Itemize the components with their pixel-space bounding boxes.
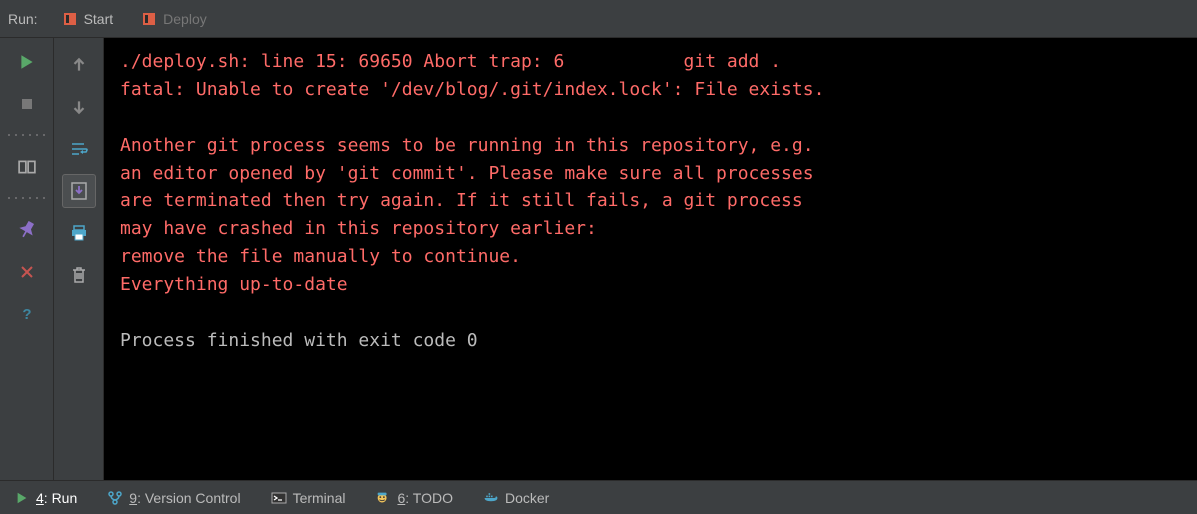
tab-label: Start [84, 11, 114, 27]
scroll-end-icon [69, 181, 89, 201]
bottom-label: Docker [505, 490, 549, 506]
close-icon [19, 264, 35, 280]
print-icon [69, 223, 89, 243]
console-toolbar [54, 38, 104, 480]
console-line: Another git process seems to be running … [120, 132, 1181, 160]
svg-text:?: ? [22, 306, 31, 322]
tab-label: Deploy [163, 11, 207, 27]
tab-deploy[interactable]: Deploy [133, 7, 215, 31]
bottom-label: 9: Version Control [129, 490, 240, 506]
play-icon [18, 53, 36, 71]
bottom-todo-button[interactable]: 6: TODO [369, 488, 459, 508]
bottom-vcs-button[interactable]: 9: Version Control [101, 488, 246, 508]
console-line: an editor opened by 'git commit'. Please… [120, 160, 1181, 188]
help-icon: ? [19, 306, 35, 322]
stop-button[interactable] [13, 90, 41, 118]
up-stack-button[interactable] [62, 48, 96, 82]
trash-icon [69, 265, 89, 285]
wrap-icon [69, 139, 89, 159]
run-button[interactable] [13, 48, 41, 76]
console-line: remove the file manually to continue. [120, 243, 1181, 271]
scroll-end-button[interactable] [62, 174, 96, 208]
arrow-down-icon [70, 98, 88, 116]
bottom-docker-button[interactable]: Docker [477, 488, 555, 508]
console-line: Process finished with exit code 0 [120, 327, 1181, 355]
bottom-label: Terminal [293, 490, 346, 506]
console-line: are terminated then try again. If it sti… [120, 187, 1181, 215]
bottom-run-button[interactable]: 4: Run [8, 488, 83, 508]
shell-config-icon [62, 11, 78, 27]
todo-icon [375, 490, 391, 506]
bottom-tool-bar: 4: Run 9: Version Control Terminal 6: TO… [0, 480, 1197, 514]
run-tool-tabbar: Run: Start Deploy [0, 0, 1197, 38]
run-controls-toolbar: ? [0, 38, 54, 480]
branch-icon [107, 490, 123, 506]
print-button[interactable] [62, 216, 96, 250]
arrow-up-icon [70, 56, 88, 74]
shell-config-icon [141, 11, 157, 27]
console-line [120, 299, 1181, 327]
bottom-label: 6: TODO [397, 490, 453, 506]
console-line: Everything up-to-date [120, 271, 1181, 299]
terminal-icon [271, 490, 287, 506]
console-line [120, 104, 1181, 132]
bottom-terminal-button[interactable]: Terminal [265, 488, 352, 508]
help-button[interactable]: ? [13, 300, 41, 328]
console-output[interactable]: ./deploy.sh: line 15: 69650 Abort trap: … [104, 38, 1197, 480]
layout-button[interactable] [13, 153, 41, 181]
clear-button[interactable] [62, 258, 96, 292]
console-line: fatal: Unable to create '/dev/blog/.git/… [120, 76, 1181, 104]
separator [8, 197, 46, 200]
pin-button[interactable] [13, 216, 41, 244]
soft-wrap-button[interactable] [62, 132, 96, 166]
pin-icon [18, 221, 36, 239]
bottom-label: 4: Run [36, 490, 77, 506]
layout-icon [18, 158, 36, 176]
docker-icon [483, 490, 499, 506]
run-label: Run: [8, 11, 38, 27]
console-line: ./deploy.sh: line 15: 69650 Abort trap: … [120, 48, 1181, 76]
console-line: may have crashed in this repository earl… [120, 215, 1181, 243]
separator [8, 134, 46, 137]
close-button[interactable] [13, 258, 41, 286]
stop-icon [19, 96, 35, 112]
down-stack-button[interactable] [62, 90, 96, 124]
tab-start[interactable]: Start [54, 7, 122, 31]
run-tool-main: ? [0, 38, 1197, 480]
play-icon [14, 490, 30, 506]
